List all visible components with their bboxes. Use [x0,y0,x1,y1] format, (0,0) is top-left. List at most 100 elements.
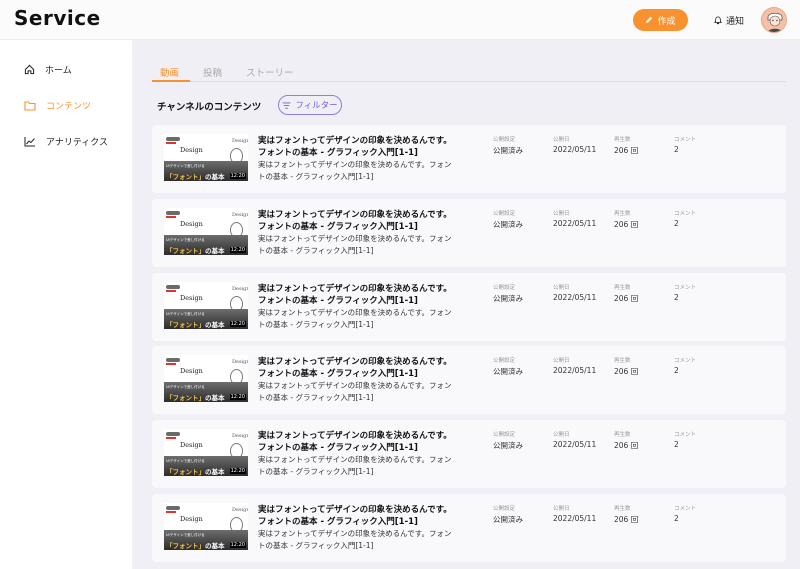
visibility-value: 公開済み [493,294,523,303]
thumbnail-headline-rest: の基本 [205,321,225,329]
video-title[interactable]: 実はフォントってデザインの印象を決めるんです。フォントの基本 - グラフィック入… [258,504,453,528]
table-row[interactable]: Design Design UIデザインで差し付ける 「フォント」の基本 12:… [152,494,786,562]
date-label: 公開日 [553,432,570,438]
video-description: 実はフォントってデザインの印象を決めるんです。フォントの基本 - グラフィック入… [258,308,452,329]
comments-value: 2 [674,219,679,228]
video-description: 実はフォントってデザインの印象を決めるんです。フォントの基本 - グラフィック入… [258,234,452,255]
sidebar-item-contents[interactable]: コンテンツ [0,91,132,119]
table-row[interactable]: Design Design UIデザインで差し付ける 「フォント」の基本 12:… [152,420,786,488]
thumbnail-design-small: Design [232,433,248,439]
avatar[interactable] [761,7,787,33]
tab-stories[interactable]: ストーリー [246,65,294,79]
thumbnail-headline-highlight: 「フォント」 [166,247,205,255]
video-description: 実はフォントってデザインの印象を決めるんです。フォントの基本 - グラフィック入… [258,529,452,550]
video-title[interactable]: 実はフォントってデザインの印象を決めるんです。フォントの基本 - グラフィック入… [258,283,453,307]
views-label: 再生数 [614,285,631,291]
visibility-value: 公開済み [493,220,523,229]
video-duration: 12:20 [229,321,246,327]
date-value: 2022/05/11 [553,366,597,375]
video-title[interactable]: 実はフォントってデザインの印象を決めるんです。フォントの基本 - グラフィック入… [258,430,453,454]
table-row[interactable]: Design Design UIデザインで差し付ける 「フォント」の基本 12:… [152,346,786,414]
thumbnail-mark [166,437,176,439]
thumbnail-subtitle: UIデザインで差し付ける [166,312,205,316]
video-description: 実はフォントってデザインの印象を決めるんです。フォントの基本 - グラフィック入… [258,455,452,476]
filter-button-label: フィルター [295,100,338,110]
comments-label: コメント [674,432,697,438]
table-row[interactable]: Design Design UIデザインで差し付ける 「フォント」の基本 12:… [152,125,786,193]
video-thumbnail[interactable]: Design Design UIデザインで差し付ける 「フォント」の基本 12:… [164,282,248,329]
sidebar-item-analytics[interactable]: アナリティクス [0,127,132,155]
user-avatar-icon [762,8,786,32]
date-label: 公開日 [553,211,570,217]
thumbnail-headline-highlight: 「フォント」 [166,173,205,181]
tab-videos[interactable]: 動画 [160,65,179,79]
thumbnail-headline: 「フォント」の基本 [166,540,225,550]
video-thumbnail[interactable]: Design Design UIデザインで差し付ける 「フォント」の基本 12:… [164,208,248,255]
thumbnail-headline: 「フォント」の基本 [166,392,225,402]
visibility-value: 公開済み [493,367,523,376]
views-value: 206 回 [614,220,639,229]
thumbnail-badge [166,137,180,141]
video-duration: 12:20 [229,394,246,400]
comments-label: コメント [674,358,697,364]
date-label: 公開日 [553,285,570,291]
thumbnail-badge [166,211,180,215]
table-row[interactable]: Design Design UIデザインで差し付ける 「フォント」の基本 12:… [152,273,786,341]
thumbnail-subtitle: UIデザインで差し付ける [166,238,205,242]
thumbnail-design-text: Design [180,441,203,449]
thumbnail-subtitle: UIデザインで差し付ける [166,459,205,463]
thumbnail-subtitle: UIデザインで差し付ける [166,533,205,537]
thumbnail-design-small: Design [232,286,248,292]
sidebar-item-label: コンテンツ [46,101,92,112]
date-value: 2022/05/11 [553,440,597,449]
video-description: 実はフォントってデザインの印象を決めるんです。フォントの基本 - グラフィック入… [258,381,452,402]
thumbnail-design-small: Design [232,138,248,144]
visibility-label: 公開設定 [493,432,516,438]
video-thumbnail[interactable]: Design Design UIデザインで差し付ける 「フォント」の基本 12:… [164,503,248,550]
video-title[interactable]: 実はフォントってデザインの印象を決めるんです。フォントの基本 - グラフィック入… [258,209,453,233]
filter-icon [282,101,291,109]
filter-button[interactable]: フィルター [278,95,342,115]
thumbnail-headline-highlight: 「フォント」 [166,321,205,329]
comments-value: 2 [674,514,679,523]
sidebar-item-home[interactable]: ホーム [0,55,132,83]
video-thumbnail[interactable]: Design Design UIデザインで差し付ける 「フォント」の基本 12:… [164,355,248,402]
video-title[interactable]: 実はフォントってデザインの印象を決めるんです。フォントの基本 - グラフィック入… [258,135,453,159]
comments-value: 2 [674,440,679,449]
comments-label: コメント [674,137,697,143]
sidebar: ホーム コンテンツ アナリティクス [0,40,132,569]
video-duration: 12:20 [229,173,246,179]
video-thumbnail[interactable]: Design Design UIデザインで差し付ける 「フォント」の基本 12:… [164,429,248,476]
thumbnail-headline-rest: の基本 [205,394,225,402]
sidebar-item-label: アナリティクス [46,137,109,148]
video-thumbnail[interactable]: Design Design UIデザインで差し付ける 「フォント」の基本 12:… [164,134,248,181]
create-button[interactable]: 作成 [633,9,688,31]
views-label: 再生数 [614,211,631,217]
date-value: 2022/05/11 [553,514,597,523]
tab-posts[interactable]: 投稿 [203,65,222,79]
video-description: 実はフォントってデザインの印象を決めるんです。フォントの基本 - グラフィック入… [258,160,452,181]
views-value: 206 回 [614,367,639,376]
video-duration: 12:20 [229,542,246,548]
thumbnail-headline-rest: の基本 [205,542,225,550]
thumbnail-badge [166,358,180,362]
date-label: 公開日 [553,506,570,512]
notification-button[interactable]: 通知 [704,9,754,31]
thumbnail-mark [166,142,176,144]
date-label: 公開日 [553,358,570,364]
thumbnail-headline-rest: の基本 [205,468,225,476]
video-title[interactable]: 実はフォントってデザインの印象を決めるんです。フォントの基本 - グラフィック入… [258,356,453,380]
thumbnail-mark [166,216,176,218]
comments-label: コメント [674,506,697,512]
thumbnail-headline-rest: の基本 [205,247,225,255]
app-logo[interactable]: Service [14,6,101,30]
thumbnail-subtitle: UIデザインで差し付ける [166,164,205,168]
thumbnail-design-small: Design [232,507,248,513]
thumbnail-mark [166,290,176,292]
visibility-label: 公開設定 [493,137,516,143]
visibility-label: 公開設定 [493,506,516,512]
thumbnail-headline-highlight: 「フォント」 [166,542,205,550]
thumbnail-mark [166,363,176,365]
thumbnail-design-text: Design [180,294,203,302]
table-row[interactable]: Design Design UIデザインで差し付ける 「フォント」の基本 12:… [152,199,786,267]
